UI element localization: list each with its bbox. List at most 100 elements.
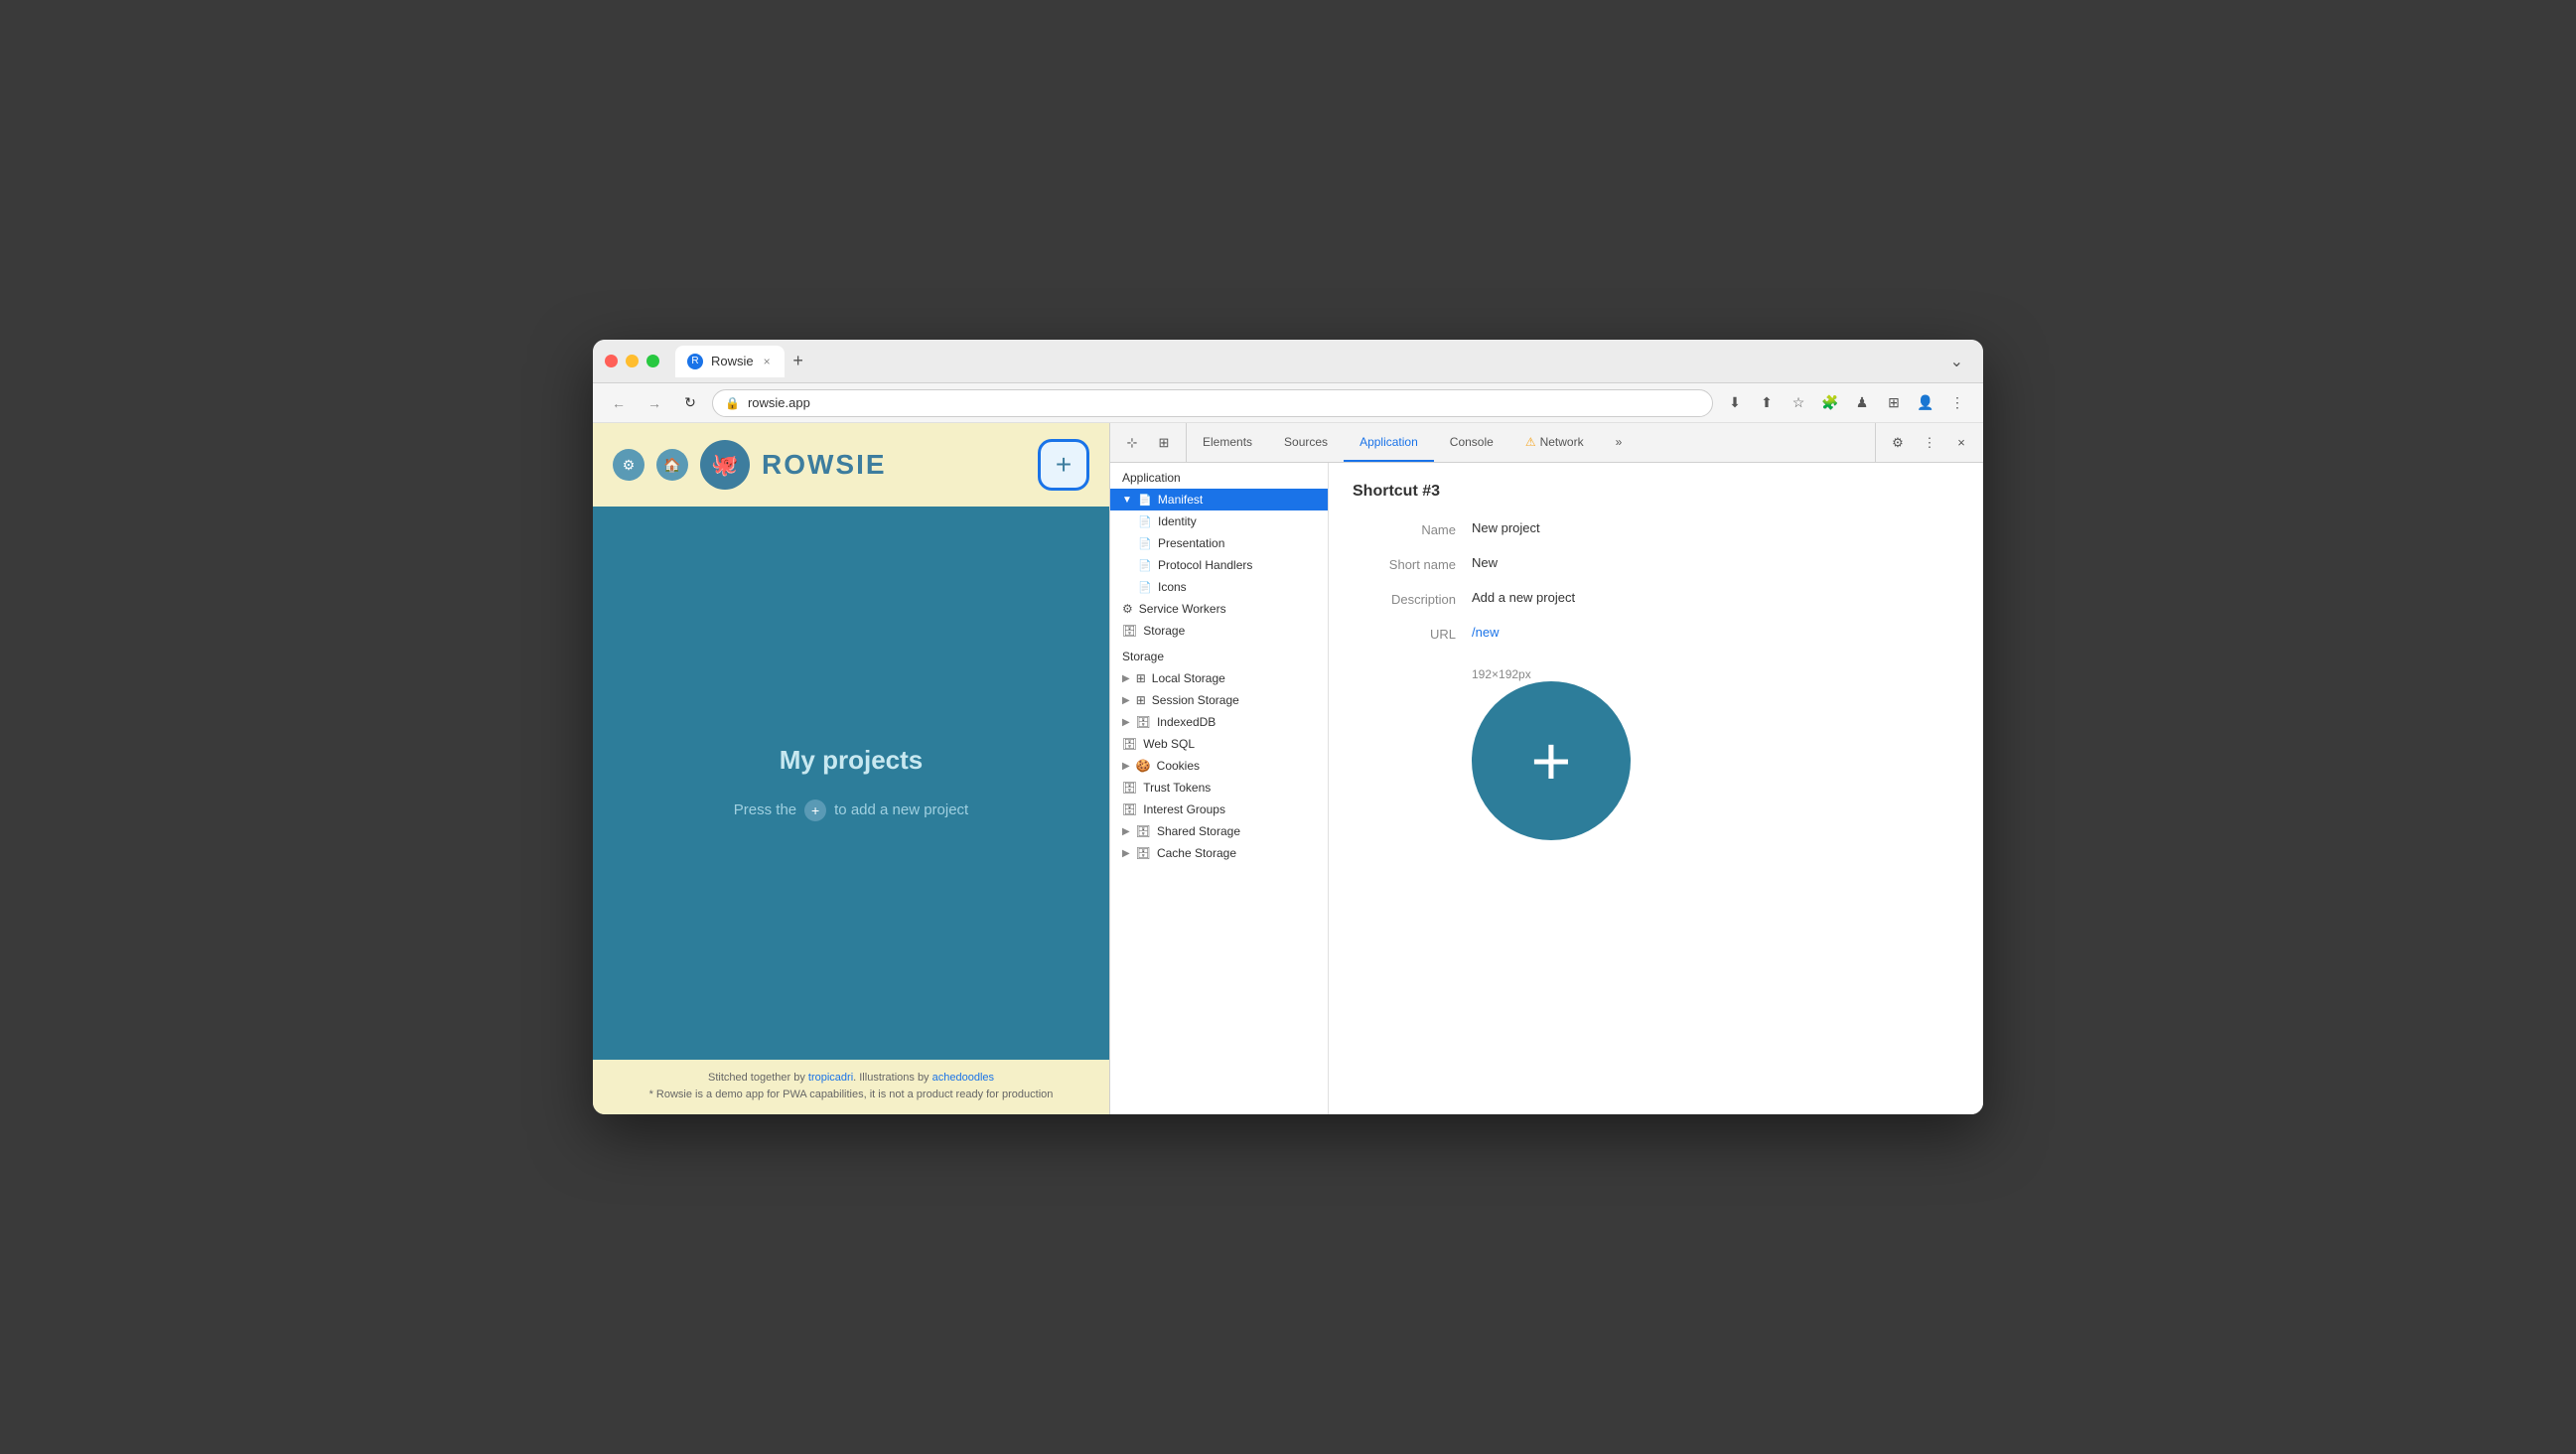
devtools-settings-button[interactable]: ⚙ <box>1884 429 1912 457</box>
sidebar-item-service-workers[interactable]: ⚙ Service Workers <box>1110 598 1328 620</box>
web-sql-label: Web SQL <box>1143 737 1195 751</box>
short-name-value: New <box>1472 555 1959 570</box>
chess-icon-button[interactable]: ♟ <box>1848 389 1876 417</box>
settings-icon-button[interactable]: ⚙ <box>613 449 644 481</box>
icon-preview-area: 192×192px + <box>1472 667 1959 840</box>
refresh-button[interactable]: ↻ <box>676 389 704 417</box>
tab-application[interactable]: Application <box>1344 423 1434 462</box>
menu-button[interactable]: ⋮ <box>1943 389 1971 417</box>
address-bar[interactable]: 🔒 rowsie.app <box>712 389 1713 417</box>
cache-storage-db-icon: 🗄 <box>1136 846 1151 860</box>
sidebar-item-protocol-handlers[interactable]: 📄 Protocol Handlers <box>1110 554 1328 576</box>
interest-groups-db-icon: 🗄 <box>1122 802 1137 816</box>
devtools-panel: ⊹ ⊞ Elements Sources Application Console <box>1109 423 1983 1114</box>
sidebar-item-trust-tokens[interactable]: 🗄 Trust Tokens <box>1110 777 1328 799</box>
presentation-label: Presentation <box>1158 536 1224 550</box>
cache-storage-arrow-icon: ▶ <box>1122 848 1130 859</box>
site-main-content: My projects Press the + to add a new pro… <box>593 507 1109 1060</box>
session-storage-label: Session Storage <box>1152 693 1239 707</box>
forward-button[interactable]: → <box>641 389 668 417</box>
footer-line1: Stitched together by tropicadri. Illustr… <box>609 1070 1093 1088</box>
devtools-left-icons: ⊹ ⊞ <box>1110 423 1187 462</box>
subtitle-suffix: to add a new project <box>834 801 968 818</box>
site-logo-text: ROWSIE <box>762 449 887 481</box>
devtools-tabs: Elements Sources Application Console ⚠ N… <box>1187 423 1875 462</box>
icons-file-icon: 📄 <box>1138 580 1152 594</box>
devtools-close-button[interactable]: × <box>1947 429 1975 457</box>
app-section-header: Application <box>1110 463 1328 489</box>
lock-icon: 🔒 <box>725 396 740 410</box>
sidebar-item-local-storage[interactable]: ▶ ⊞ Local Storage <box>1110 667 1328 689</box>
web-sql-db-icon: 🗄 <box>1122 737 1137 751</box>
devtools-menu-button[interactable]: ⋮ <box>1916 429 1943 457</box>
session-storage-db-icon: ⊞ <box>1136 693 1146 707</box>
identity-file-icon: 📄 <box>1138 514 1152 528</box>
sidebar-item-web-sql[interactable]: 🗄 Web SQL <box>1110 733 1328 755</box>
add-project-button[interactable]: + <box>1038 439 1089 491</box>
devtools-right-icons: ⚙ ⋮ × <box>1875 423 1983 462</box>
sidebar-item-cache-storage[interactable]: ▶ 🗄 Cache Storage <box>1110 842 1328 864</box>
tab-elements[interactable]: Elements <box>1187 423 1268 462</box>
cursor-icon-button[interactable]: ⊹ <box>1118 429 1146 457</box>
url-value[interactable]: /new <box>1472 625 1959 640</box>
plus-icon: + <box>1056 451 1072 479</box>
sidebar-item-indexeddb[interactable]: ▶ 🗄 IndexedDB <box>1110 711 1328 733</box>
trust-tokens-label: Trust Tokens <box>1143 781 1211 795</box>
back-button[interactable]: ← <box>605 389 633 417</box>
minimize-traffic-light[interactable] <box>626 355 639 367</box>
footer-link-tropicadri[interactable]: tropicadri <box>808 1072 853 1084</box>
protocol-file-icon: 📄 <box>1138 558 1152 572</box>
home-icon-button[interactable]: 🏠 <box>656 449 688 481</box>
shared-storage-label: Shared Storage <box>1157 824 1240 838</box>
sidebar-item-storage[interactable]: 🗄 Storage <box>1110 620 1328 642</box>
profile-icon-button[interactable]: 👤 <box>1912 389 1939 417</box>
sidebar-item-identity[interactable]: 📄 Identity <box>1110 510 1328 532</box>
main-area: ⚙ 🏠 🐙 ROWSIE + My projects Press the + t… <box>593 423 1983 1114</box>
tab-sources[interactable]: Sources <box>1268 423 1344 462</box>
layout-toggle-button[interactable]: ⊞ <box>1150 429 1178 457</box>
storage-section-header: Storage <box>1110 642 1328 667</box>
sidebar-item-cookies[interactable]: ▶ 🍪 Cookies <box>1110 755 1328 777</box>
indexeddb-arrow-icon: ▶ <box>1122 717 1130 728</box>
bookmark-icon-button[interactable]: ☆ <box>1785 389 1812 417</box>
local-storage-arrow-icon: ▶ <box>1122 673 1130 684</box>
tab-more[interactable]: » <box>1600 423 1639 462</box>
share-icon-button[interactable]: ⬆ <box>1753 389 1781 417</box>
download-icon-button[interactable]: ⬇ <box>1721 389 1749 417</box>
sidebar-item-manifest[interactable]: ▼ 📄 Manifest <box>1110 489 1328 510</box>
shared-storage-db-icon: 🗄 <box>1136 824 1151 838</box>
sidebar-item-interest-groups[interactable]: 🗄 Interest Groups <box>1110 799 1328 820</box>
name-value: New project <box>1472 520 1959 535</box>
sidebar-item-session-storage[interactable]: ▶ ⊞ Session Storage <box>1110 689 1328 711</box>
footer-note: * Rowsie is a demo app for PWA capabilit… <box>609 1087 1093 1104</box>
devtools-body: Application ▼ 📄 Manifest 📄 Identity 📄 Pr… <box>1110 463 1983 1114</box>
interest-groups-label: Interest Groups <box>1143 802 1225 816</box>
inline-plus-icon: + <box>804 800 826 821</box>
description-label: Description <box>1353 590 1472 607</box>
url-text: rowsie.app <box>748 395 810 410</box>
layout-icon-button[interactable]: ⊞ <box>1880 389 1908 417</box>
icon-plus-symbol: + <box>1531 721 1572 800</box>
close-traffic-light[interactable] <box>605 355 618 367</box>
tab-close-button[interactable]: × <box>762 353 773 370</box>
cookies-arrow-icon: ▶ <box>1122 761 1130 772</box>
devtools-sidebar: Application ▼ 📄 Manifest 📄 Identity 📄 Pr… <box>1110 463 1329 1114</box>
new-tab-button[interactable]: + <box>785 348 812 375</box>
browser-tab-rowsie[interactable]: R Rowsie × <box>675 346 785 377</box>
network-warning-icon: ⚠ <box>1525 435 1536 449</box>
sidebar-item-icons[interactable]: 📄 Icons <box>1110 576 1328 598</box>
devtools-main-content: Shortcut #3 Name New project Short name … <box>1329 463 1983 1114</box>
name-label: Name <box>1353 520 1472 537</box>
shortcut-fields: Name New project Short name New Descript… <box>1353 520 1959 840</box>
footer-link-achedoodles[interactable]: achedoodles <box>932 1072 994 1084</box>
manifest-arrow-icon: ▼ <box>1122 495 1132 506</box>
tab-console[interactable]: Console <box>1434 423 1509 462</box>
sidebar-item-presentation[interactable]: 📄 Presentation <box>1110 532 1328 554</box>
extension-icon-button[interactable]: 🧩 <box>1816 389 1844 417</box>
maximize-traffic-light[interactable] <box>646 355 659 367</box>
description-value: Add a new project <box>1472 590 1959 605</box>
tab-network[interactable]: ⚠ Network <box>1509 423 1600 462</box>
manifest-label: Manifest <box>1158 493 1203 507</box>
short-name-label: Short name <box>1353 555 1472 572</box>
sidebar-item-shared-storage[interactable]: ▶ 🗄 Shared Storage <box>1110 820 1328 842</box>
